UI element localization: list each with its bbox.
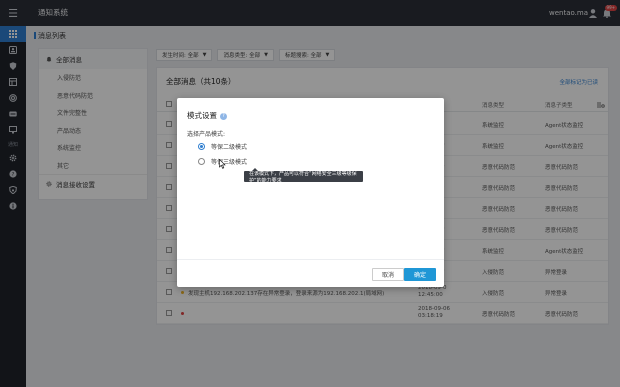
mode-settings-dialog: 模式设置? 选择产品模式: 等保二级模式 等保三级模式 取消 确定 (177, 98, 444, 287)
mode-select-label: 选择产品模式: (187, 131, 226, 138)
radio-button-selected[interactable] (198, 142, 205, 150)
mode-option-label: 等保二级模式 (211, 143, 248, 151)
mode-tooltip: 在该模式下，产品可以符合“网络安全三级等级保护”的能力要求 (244, 168, 363, 184)
dialog-title-text: 模式设置 (187, 111, 217, 120)
cancel-button[interactable]: 取消 (372, 268, 405, 281)
radio-button[interactable] (198, 157, 205, 165)
confirm-button[interactable]: 确定 (404, 268, 437, 281)
help-icon[interactable]: ? (220, 112, 227, 120)
dialog-title: 模式设置? (187, 110, 227, 121)
mode-option-level2[interactable]: 等保二级模式 (198, 142, 248, 151)
mouse-cursor-icon (219, 159, 226, 169)
dialog-footer: 取消 确定 (177, 259, 444, 287)
mode-option-label: 等保三级模式 (211, 158, 248, 166)
